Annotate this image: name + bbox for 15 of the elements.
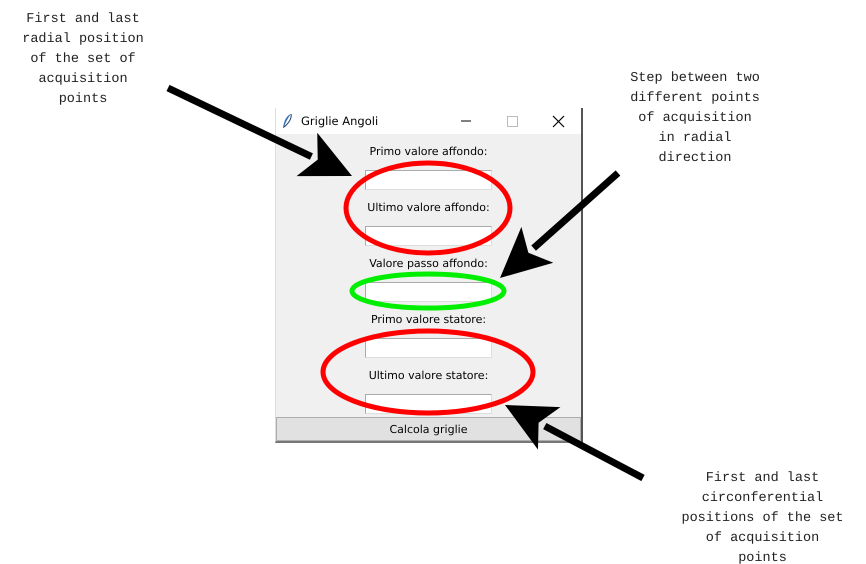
feather-icon: [281, 113, 293, 129]
annotation-text: First and last radial position of the set of acquisition points: [21, 11, 145, 109]
field-label: Primo valore statore:: [370, 312, 486, 328]
field-label: Valore passo affondo:: [369, 256, 488, 272]
annotation-text: First and last circonferential positions of the set of acquisition points: [680, 470, 845, 564]
input-field[interactable]: [365, 338, 492, 358]
field-label: Ultimo valore statore:: [368, 368, 488, 384]
annotation-text: Step between two different points of acquisition in radial direction: [629, 70, 761, 168]
window-title: Griglie Angoli: [301, 114, 378, 128]
input-field[interactable]: [365, 170, 492, 190]
input-field[interactable]: [365, 226, 492, 246]
field-label: Primo valore affondo:: [370, 144, 488, 160]
field-label: Ultimo valore affondo:: [367, 200, 490, 216]
calculate-button[interactable]: Calcola griglie: [276, 417, 581, 441]
input-field[interactable]: [365, 282, 492, 302]
